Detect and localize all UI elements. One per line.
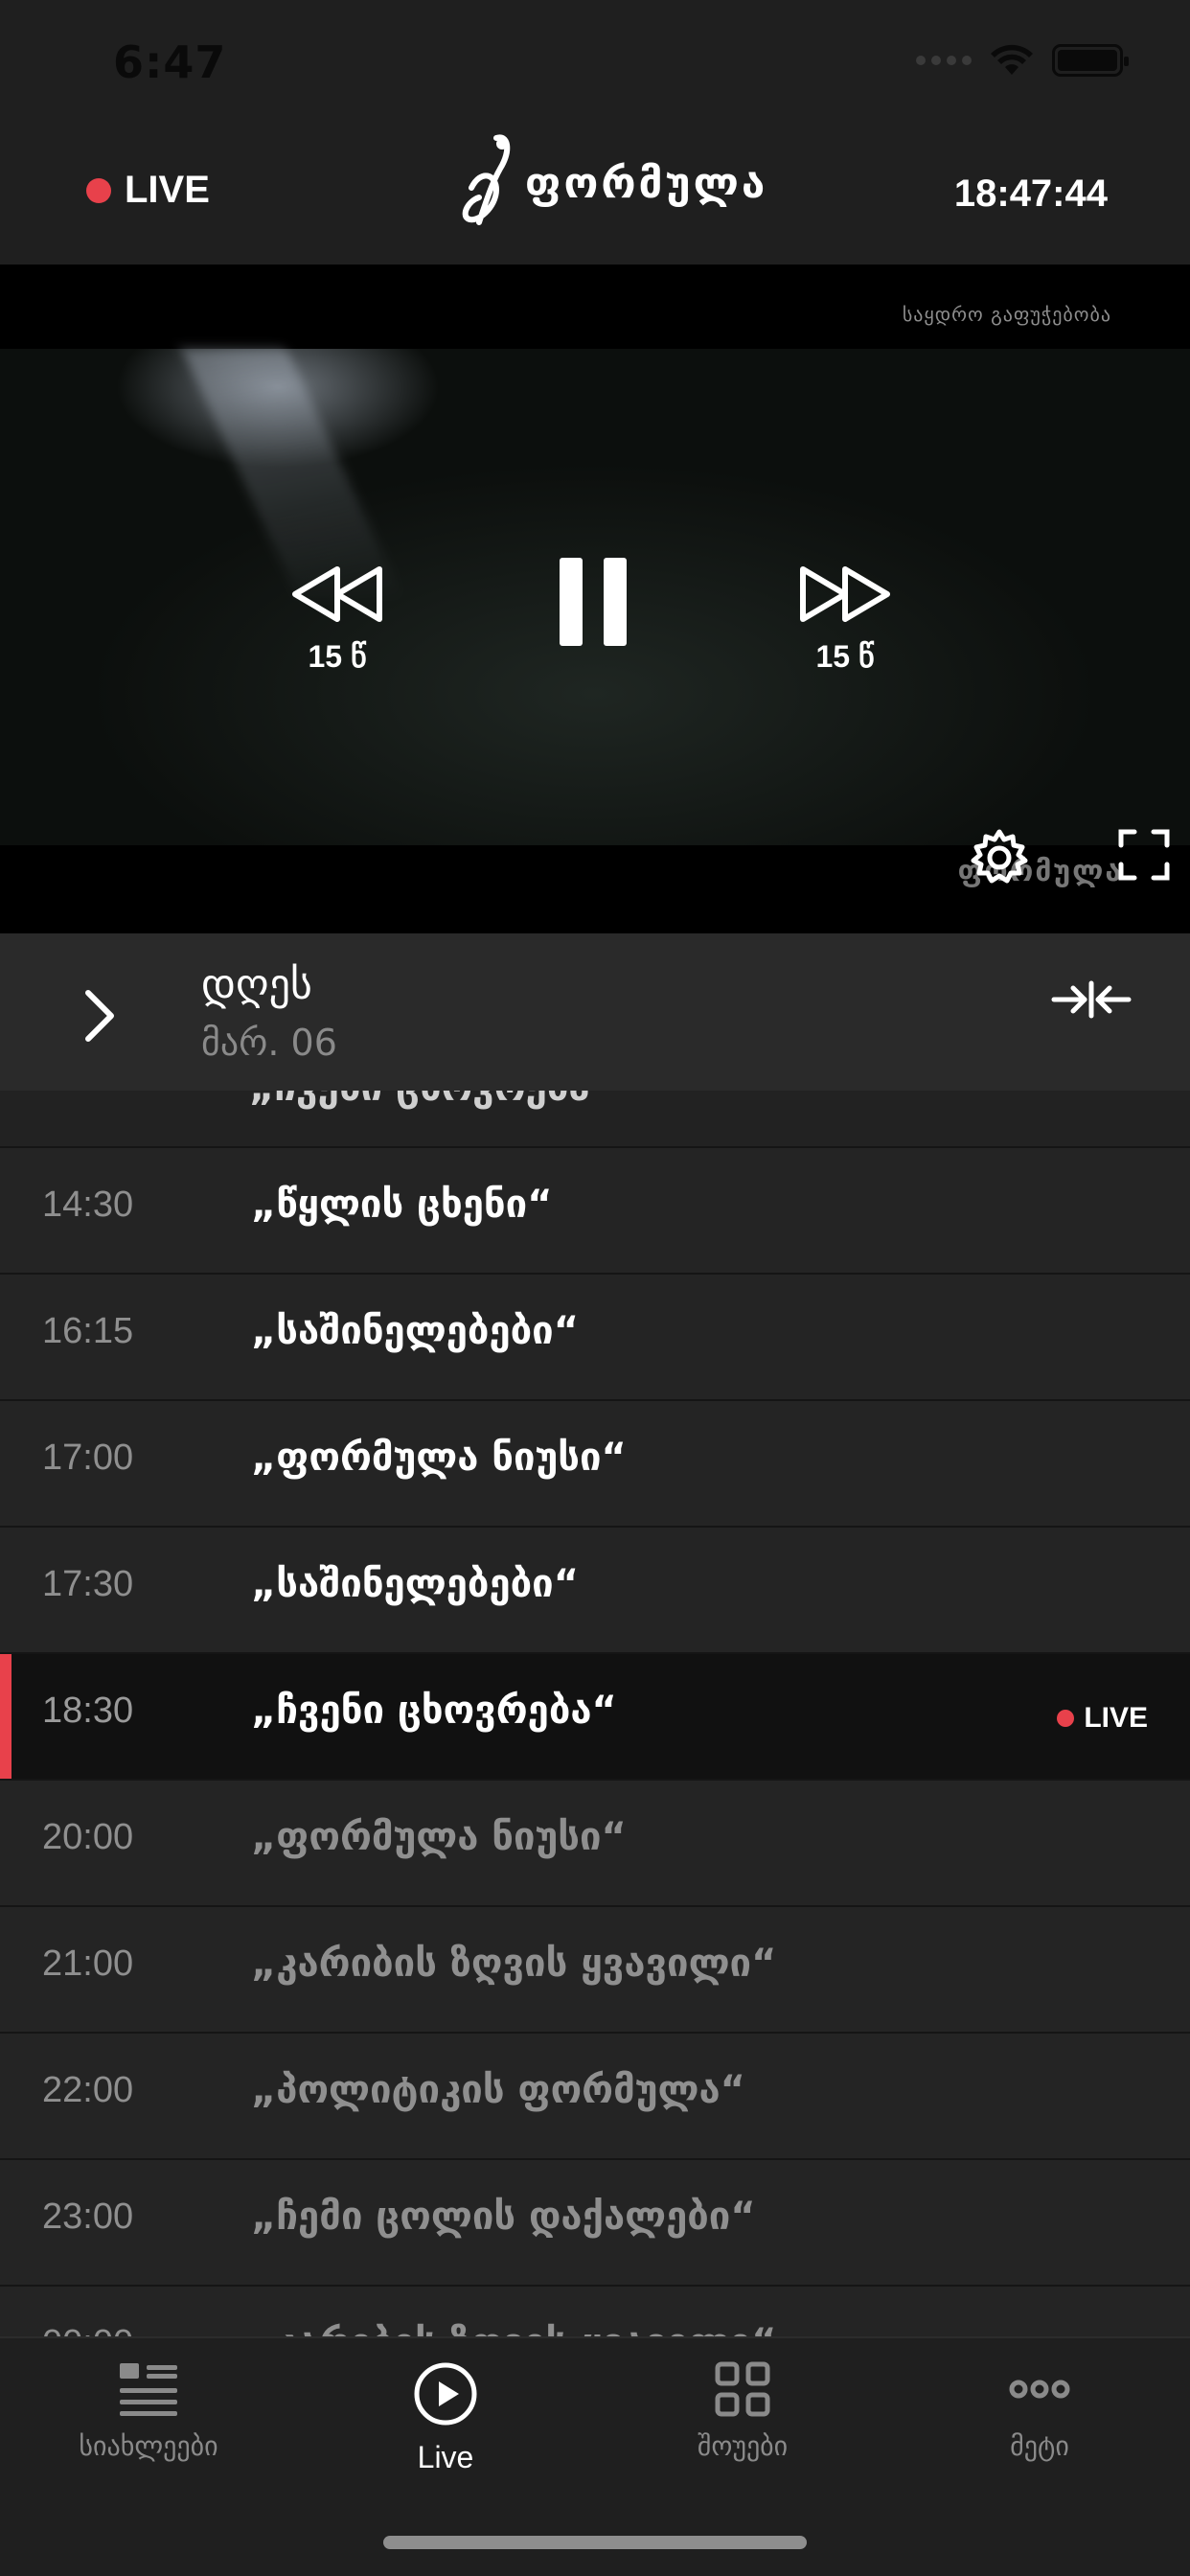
forward-label: 15 წ — [815, 639, 875, 674]
wifi-icon — [991, 44, 1033, 75]
row-live-badge: LIVE — [1057, 1702, 1148, 1735]
home-indicator[interactable] — [383, 2536, 807, 2549]
schedule-row[interactable]: 00:00 „კარიბის ზღვის ყვავილი“ — [0, 2285, 1190, 2336]
row-title: „ჩვენი ცხოვრება“ — [251, 1689, 617, 1733]
schedule-row[interactable]: 17:30 „საშინელებები“ — [0, 1526, 1190, 1652]
pause-bar-left — [560, 558, 583, 646]
row-title: „კარიბის ზღვის ყვავილი“ — [251, 2321, 776, 2336]
date-label: მარ. 06 — [201, 1022, 337, 1064]
tab-label: სიახლეები — [79, 2430, 218, 2462]
tab-live[interactable]: Live — [297, 2361, 594, 2475]
rewind-button[interactable]: 15 წ — [287, 564, 387, 675]
video-player[interactable]: საყდრო გაფუჭებობა 15 წ 15 წ ფორმულა — [0, 264, 1190, 933]
signal-icon — [916, 56, 972, 65]
partial-row-title: „ჩვენი ცხოვრება“ — [249, 1091, 615, 1110]
schedule-row[interactable]: 23:00 „ჩემი ცოლის დაქალები“ — [0, 2158, 1190, 2285]
row-time: 16:15 — [42, 1311, 134, 1351]
schedule-row[interactable]: 14:30 „წყლის ცხენი“ — [0, 1146, 1190, 1273]
logo: ფორმულა — [458, 130, 767, 236]
grid-icon — [715, 2361, 770, 2417]
schedule-row[interactable]: 16:15 „საშინელებები“ — [0, 1273, 1190, 1399]
row-time: 20:00 — [42, 1817, 134, 1857]
tab-label: შოუები — [697, 2430, 789, 2462]
header: LIVE ფორმულა 18:47:44 — [0, 125, 1190, 264]
battery-icon — [1052, 44, 1129, 77]
live-label: LIVE — [125, 169, 210, 211]
date-bar: დღეს მარ. 06 — [0, 933, 1190, 1091]
row-time: 17:30 — [42, 1564, 134, 1604]
forward-button[interactable]: 15 წ — [795, 564, 895, 675]
row-title: „საშინელებები“ — [251, 1309, 579, 1353]
play-circle-icon — [414, 2362, 477, 2426]
formula-logo-icon — [462, 134, 511, 225]
row-title: „ჩემი ცოლის დაქალები“ — [251, 2195, 756, 2239]
pause-bar-right — [604, 558, 627, 646]
status-bar: 6:47 — [0, 0, 1190, 125]
status-icons — [916, 44, 1129, 77]
row-title: „პოლიტიკის ფორმულა“ — [251, 2068, 745, 2112]
row-live-label: LIVE — [1084, 1702, 1148, 1734]
rewind-icon — [292, 566, 382, 622]
tab-news[interactable]: სიახლეები — [0, 2361, 297, 2462]
schedule-row[interactable]: 21:00 „კარიბის ზღვის ყვავილი“ — [0, 1905, 1190, 2032]
row-time: 17:00 — [42, 1438, 134, 1478]
chevron-right-icon[interactable] — [80, 987, 119, 1045]
watermark-top: საყდრო გაფუჭებობა — [902, 303, 1111, 326]
row-time: 14:30 — [42, 1184, 134, 1225]
current-row-marker — [0, 1654, 11, 1781]
row-title: „ფორმულა ნიუსი“ — [251, 1815, 627, 1859]
row-time: 00:00 — [42, 2323, 133, 2336]
live-dot-icon — [86, 177, 111, 203]
settings-gear-icon[interactable] — [970, 828, 1029, 887]
fullscreen-icon[interactable] — [1117, 828, 1171, 882]
pause-button[interactable] — [560, 558, 627, 646]
live-clock: 18:47:44 — [953, 172, 1108, 215]
row-title: „კარიბის ზღვის ყვავილი“ — [251, 1942, 777, 1986]
schedule-row[interactable]: 17:00 „ფორმულა ნიუსი“ — [0, 1399, 1190, 1526]
status-time: 6:47 — [113, 36, 227, 88]
schedule-list[interactable]: „ჩვენი ცხოვრება“ 14:30 „წყლის ცხენი“ 16:… — [0, 1091, 1190, 2336]
tab-more[interactable]: მეტი — [891, 2361, 1188, 2462]
live-indicator: LIVE — [86, 169, 210, 212]
schedule-row-current[interactable]: 18:30 „ჩვენი ცხოვრება“ LIVE — [0, 1652, 1190, 1781]
row-time: 18:30 — [42, 1690, 134, 1731]
row-title: „წყლის ცხენი“ — [251, 1183, 553, 1227]
row-time: 21:00 — [42, 1944, 134, 1984]
tab-label: მეტი — [1010, 2430, 1069, 2462]
tab-shows[interactable]: შოუები — [594, 2361, 891, 2462]
row-time: 23:00 — [42, 2196, 134, 2237]
schedule-row[interactable]: 20:00 „ფორმულა ნიუსი“ — [0, 1779, 1190, 1905]
row-title: „საშინელებები“ — [251, 1562, 579, 1606]
more-dots-icon — [1009, 2380, 1070, 2399]
logo-text: ფორმულა — [525, 158, 768, 208]
row-time: 22:00 — [42, 2070, 134, 2110]
schedule-row[interactable]: 22:00 „პოლიტიკის ფორმულა“ — [0, 2032, 1190, 2158]
news-list-icon — [120, 2363, 177, 2416]
forward-icon — [800, 566, 890, 622]
row-title: „ფორმულა ნიუსი“ — [251, 1436, 627, 1480]
live-dot-icon — [1057, 1710, 1075, 1727]
rewind-label: 15 წ — [308, 639, 367, 674]
tab-label: Live — [417, 2440, 474, 2474]
day-label: დღეს — [201, 960, 312, 1009]
collapse-icon[interactable] — [1050, 979, 1133, 1020]
